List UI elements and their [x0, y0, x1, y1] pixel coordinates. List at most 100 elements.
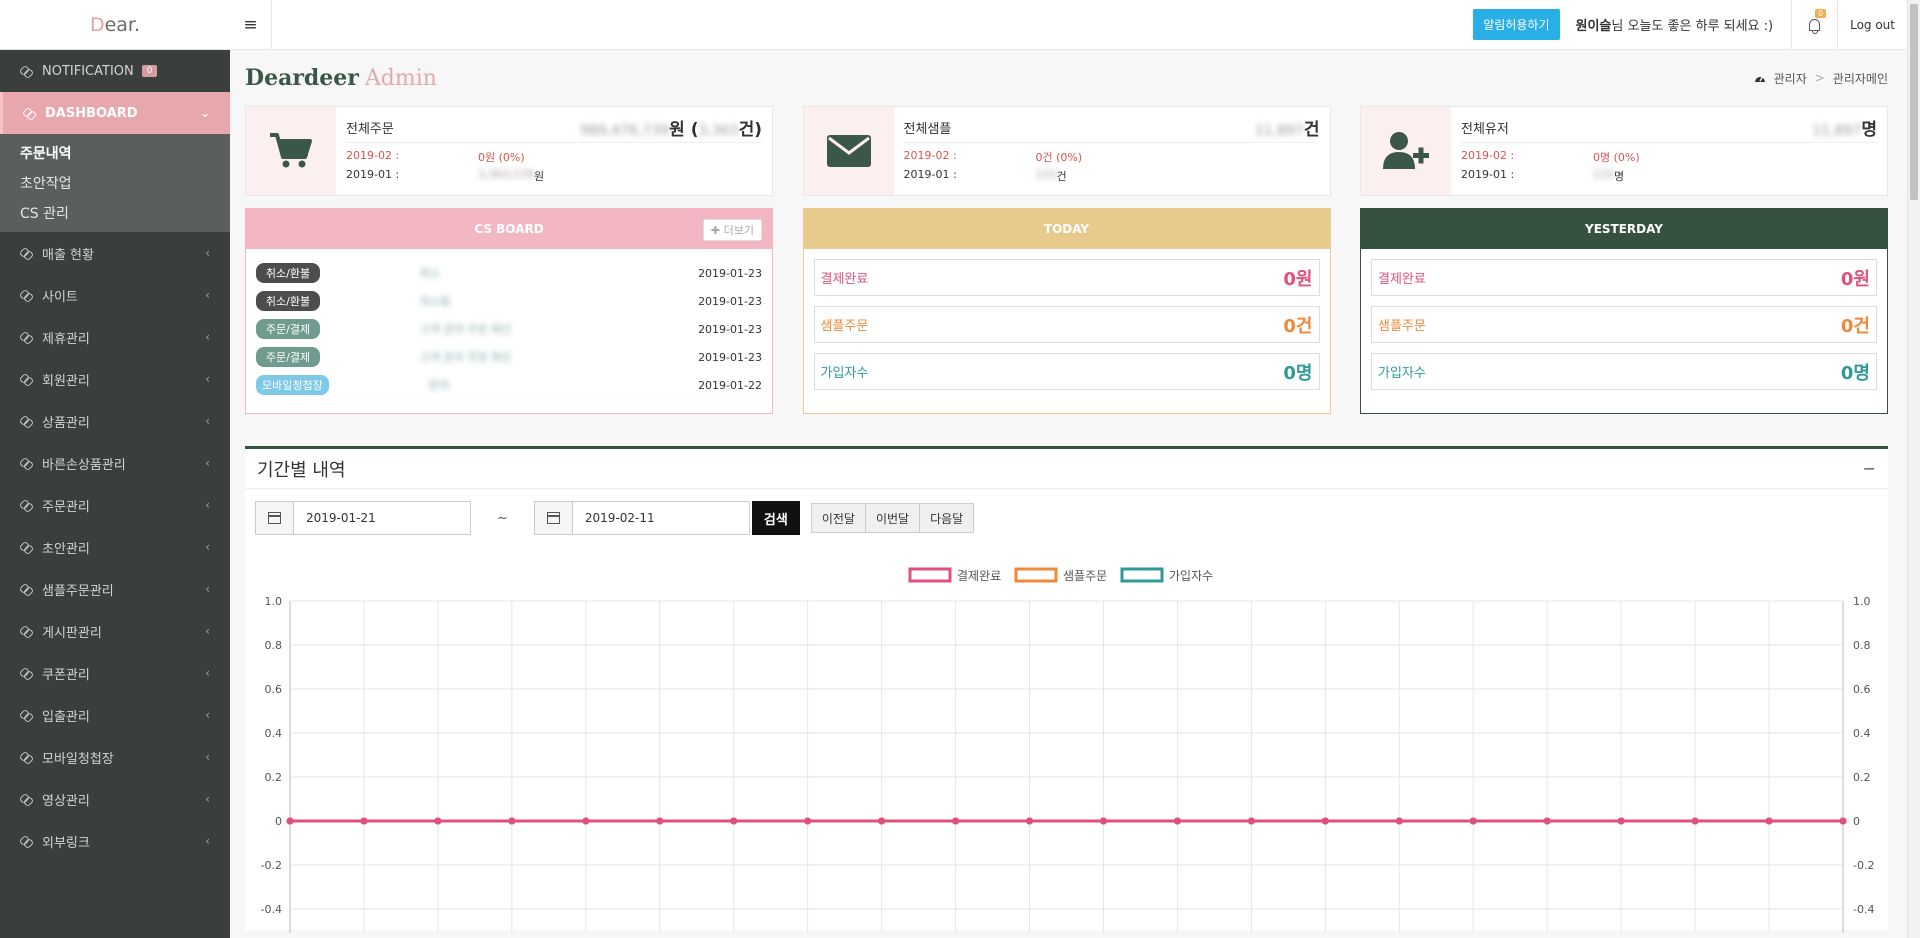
cart-icon: [246, 107, 336, 195]
sidebar-item-sample-orders[interactable]: 샘플주문관리 ‹: [0, 568, 230, 610]
link-icon: [20, 415, 32, 427]
breadcrumb: 관리자 > 관리자메인: [1754, 70, 1888, 87]
legend-label: 결제완료: [957, 569, 1001, 583]
stat-body: 전체샘플 11,897건 2019-02 :0건 (0%) 2019-01 :1…: [894, 107, 1330, 195]
more-button[interactable]: ✚ 더보기: [702, 219, 762, 241]
series-point: [1099, 817, 1107, 825]
cs-row[interactable]: 모바일청첩장 문의 2019-01-22: [256, 371, 762, 399]
stat-value: 11,897건: [1255, 115, 1320, 140]
page-scrollbar[interactable]: [1907, 0, 1920, 938]
logout-button[interactable]: Log out: [1837, 0, 1907, 50]
stat-body: 전체주문 989,476,739원 (3,363건) 2019-02 : 0원 (…: [336, 107, 772, 195]
submenu-item-order-history[interactable]: 주문내역: [0, 138, 230, 168]
sidebar-item-partners[interactable]: 제휴관리 ‹: [0, 316, 230, 358]
cs-title[interactable]: 취소됨: [420, 293, 698, 309]
prev-month-button[interactable]: 이전달: [810, 503, 866, 533]
sidebar-item-coupons[interactable]: 쿠폰관리 ‹: [0, 652, 230, 694]
cs-row[interactable]: 주문/결제 고객 문의 주문 확인 2019-01-23: [256, 343, 762, 371]
user-plus-icon: [1361, 107, 1451, 195]
brand-initial: D: [89, 13, 105, 36]
calendar-icon[interactable]: [256, 502, 294, 534]
series-point: [1765, 817, 1773, 825]
sidebar-item-label: 외부링크: [42, 835, 90, 851]
stat-unit: 건: [1303, 120, 1320, 140]
sidebar-item-dashboard[interactable]: DASHBOARD ⌄: [0, 92, 230, 134]
series-point: [878, 817, 886, 825]
y-tick-label: 1.0: [265, 595, 283, 608]
link-icon: [20, 751, 32, 763]
stat-label: 전체주문: [346, 122, 394, 137]
series-point: [1469, 817, 1477, 825]
search-button[interactable]: 검색: [751, 501, 800, 535]
stat-value: 11,897명: [1812, 115, 1877, 140]
y-tick-label-right: 1.0: [1853, 595, 1871, 608]
hamburger-menu-icon[interactable]: ≡: [230, 0, 272, 50]
series-point: [804, 817, 812, 825]
chevron-left-icon: ‹: [205, 414, 210, 428]
user-name: 원이슬: [1575, 19, 1612, 34]
sidebar-item-videos[interactable]: 영상관리 ‹: [0, 778, 230, 820]
brand-logo[interactable]: Dear.: [0, 0, 230, 50]
y-tick-label-right: -0.4: [1853, 903, 1874, 916]
link-icon: [23, 107, 35, 119]
submenu-item-cs-management[interactable]: CS 관리: [0, 198, 230, 228]
sidebar-item-site[interactable]: 사이트 ‹: [0, 274, 230, 316]
sidebar-item-label: 게시판관리: [42, 625, 102, 641]
cs-row[interactable]: 주문/결제 고객 문의 주문 확인 2019-01-23: [256, 315, 762, 343]
sidebar-item-external-links[interactable]: 외부링크 ‹: [0, 820, 230, 862]
period-title: 기간별 내역: [257, 459, 346, 481]
allow-notifications-button[interactable]: 알림허용하기: [1473, 9, 1560, 40]
sidebar-item-sales[interactable]: 매출 현황 ‹: [0, 232, 230, 274]
cs-category-badge: 주문/결제: [256, 319, 320, 339]
bell-icon: [1809, 18, 1821, 34]
brand-rest: ear.: [104, 13, 141, 36]
chevron-down-icon: ⌄: [199, 106, 210, 120]
calendar-icon[interactable]: [534, 502, 573, 534]
y-tick-label: 0: [275, 815, 282, 828]
chevron-left-icon: ‹: [205, 456, 210, 470]
breadcrumb-home[interactable]: 관리자: [1774, 70, 1807, 87]
sidebar-item-barunson-products[interactable]: 바른손상품관리 ‹: [0, 442, 230, 484]
sidebar-item-products[interactable]: 상품관리 ‹: [0, 400, 230, 442]
submenu-item-draft-work[interactable]: 초안작업: [0, 168, 230, 198]
sidebar-item-mobile-invitation[interactable]: 모바일청첩장 ‹: [0, 736, 230, 778]
cs-date: 2019-01-23: [698, 294, 762, 308]
this-month-button[interactable]: 이번달: [864, 503, 921, 533]
kpi-label: 샘플주문: [1378, 319, 1426, 334]
sidebar-item-notification[interactable]: NOTIFICATION 0: [0, 50, 230, 92]
next-month-button[interactable]: 다음달: [919, 503, 975, 533]
cs-title[interactable]: 취소: [420, 265, 698, 281]
scrollbar-thumb[interactable]: [1910, 4, 1918, 200]
yesterday-kpis: 결제완료 0원 샘플주문 0건 가입자수 0명: [1361, 249, 1887, 410]
cs-title[interactable]: 고객 문의 주문 확인: [420, 321, 698, 337]
chevron-left-icon: ‹: [205, 498, 210, 512]
stat-total-orders: 전체주문 989,476,739원 (3,363건) 2019-02 : 0원 (…: [245, 106, 773, 196]
cs-row[interactable]: 취소/환불 취소 2019-01-23: [256, 259, 762, 287]
series-point: [1543, 817, 1551, 825]
stat-month-key: 2019-01 :: [346, 168, 400, 181]
series-point: [1617, 817, 1625, 825]
cs-title[interactable]: 문의: [429, 377, 698, 393]
cs-row[interactable]: 취소/환불 취소됨 2019-01-23: [256, 287, 762, 315]
link-icon: [20, 583, 32, 595]
y-tick-label-right: -0.2: [1853, 859, 1874, 872]
sidebar-item-label: 바른손상품관리: [42, 457, 126, 473]
sidebar-item-boards[interactable]: 게시판관리 ‹: [0, 610, 230, 652]
sidebar-item-drafts[interactable]: 초안관리 ‹: [0, 526, 230, 568]
cs-board-panel: CS BOARD ✚ 더보기 취소/환불 취소 2019-01-23 취소/환불 취소…: [245, 208, 773, 414]
collapse-button[interactable]: −: [1863, 459, 1876, 478]
end-date-input[interactable]: [572, 502, 749, 534]
cs-title[interactable]: 고객 문의 주문 확인: [420, 349, 698, 365]
cs-list: 취소/환불 취소 2019-01-23 취소/환불 취소됨 2019-01-23 주문/…: [246, 249, 772, 399]
chevron-left-icon: ‹: [205, 834, 210, 848]
notification-bell-button[interactable]: 0: [1791, 0, 1837, 50]
sidebar-item-label: 제휴관리: [42, 331, 90, 347]
today-panel: TODAY 결제완료 0원 샘플주문 0건 가입자수 0명: [802, 208, 1331, 414]
series-point: [1173, 817, 1181, 825]
sidebar-item-orders[interactable]: 주문관리 ‹: [0, 484, 230, 526]
series-point: [1321, 817, 1329, 825]
start-date-input[interactable]: [294, 502, 470, 534]
sidebar-item-members[interactable]: 회원관리 ‹: [0, 358, 230, 400]
panel-title: TODAY: [1043, 222, 1090, 236]
sidebar-item-in-out[interactable]: 입출관리 ‹: [0, 694, 230, 736]
